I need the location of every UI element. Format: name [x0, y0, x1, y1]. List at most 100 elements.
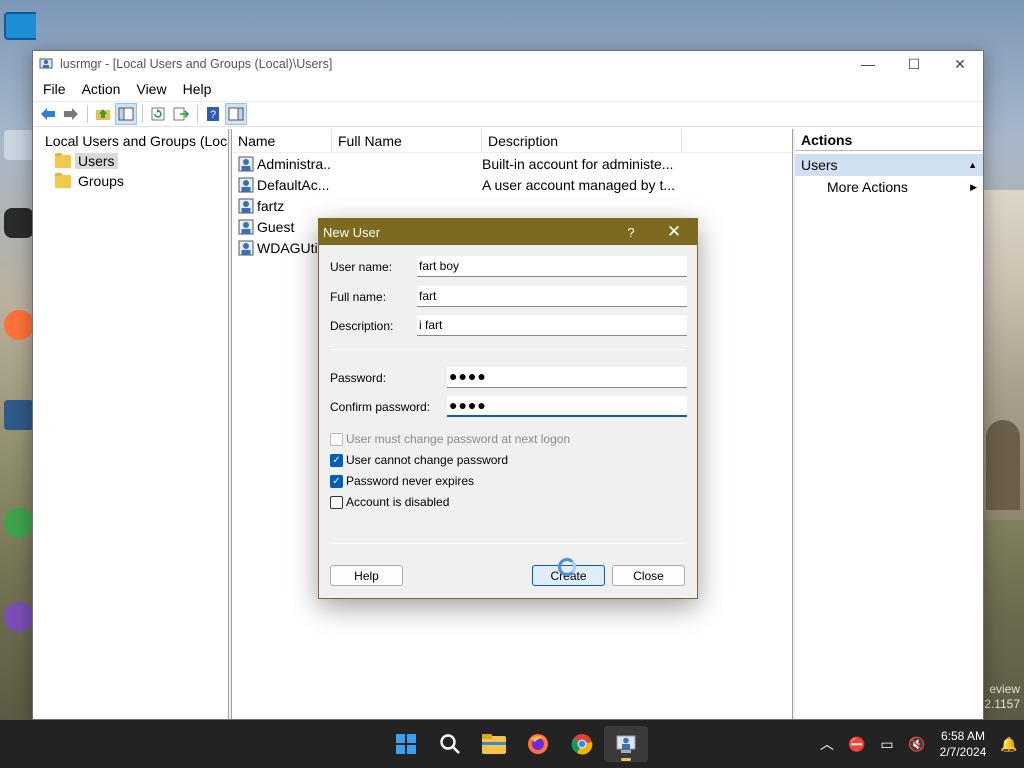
chrome-button[interactable]	[560, 726, 604, 762]
lusrmgr-icon	[616, 735, 636, 753]
list-header: Name Full Name Description	[232, 129, 792, 153]
forward-arrow-icon	[64, 108, 78, 120]
start-icon	[396, 734, 416, 754]
dialog-divider-bottom	[330, 543, 686, 544]
maximize-button[interactable]: ☐	[891, 51, 937, 77]
file-explorer-button[interactable]	[472, 726, 516, 762]
start-button[interactable]	[384, 726, 428, 762]
checkbox-box[interactable]	[330, 432, 343, 446]
refresh-button[interactable]	[147, 103, 169, 125]
toolbar-separator	[197, 105, 198, 123]
checkbox-must-change-password-label: User must change password at next logon	[346, 432, 571, 446]
show-hidden-icons-chevron-icon[interactable]: ︿	[812, 734, 842, 754]
menu-help[interactable]: Help	[175, 81, 220, 97]
menu-view[interactable]: View	[128, 81, 174, 97]
minimize-button[interactable]: —	[845, 51, 891, 77]
dialog-title-bar[interactable]: New User ? ✕	[319, 219, 697, 245]
system-tray: ︿ ⛔ ▭ 🔇 6:58 AM 2/7/2024 🔔	[812, 720, 1024, 768]
tree-root-label: Local Users and Groups (Local)	[45, 133, 228, 149]
console-tree: Local Users and Groups (Local) Users Gro…	[33, 129, 229, 719]
title-bar[interactable]: lusrmgr - [Local Users and Groups (Local…	[33, 51, 983, 77]
column-header-full-name[interactable]: Full Name	[332, 129, 482, 152]
clock-date: 2/7/2024	[939, 745, 987, 759]
menu-file[interactable]: File	[35, 81, 74, 97]
menu-action[interactable]: Action	[74, 81, 129, 97]
column-header-name[interactable]: Name	[232, 129, 332, 152]
checkbox-box[interactable]	[330, 495, 343, 509]
tree-item-groups[interactable]: Groups	[33, 171, 228, 191]
description-field[interactable]: i fart	[417, 315, 687, 336]
actions-section-users[interactable]: Users ▲	[795, 154, 983, 176]
user-name-cell: fartz	[232, 198, 332, 214]
description-label: Description:	[330, 319, 394, 333]
watermark-line-1: eview	[989, 682, 1020, 696]
checkbox-account-disabled-label: Account is disabled	[346, 495, 450, 509]
checkbox-cannot-change-password-label: User cannot change password	[346, 453, 509, 467]
checkbox-password-never-expires[interactable]: ✓ Password never expires	[330, 473, 474, 489]
refresh-icon	[151, 107, 165, 121]
search-icon	[440, 734, 460, 754]
table-row[interactable]: Administra... Built-in account for admini…	[232, 153, 792, 174]
table-row[interactable]: fartz	[232, 195, 792, 216]
user-name-text: DefaultAc...	[257, 176, 330, 193]
checkbox-cannot-change-password[interactable]: ✓ User cannot change password	[330, 452, 508, 468]
window-title: lusrmgr - [Local Users and Groups (Local…	[60, 57, 333, 71]
show-hide-action-pane-button[interactable]	[225, 103, 247, 125]
export-list-icon	[173, 107, 189, 121]
export-list-button[interactable]	[170, 103, 192, 125]
user-name-text: WDAGUtil	[257, 239, 321, 256]
network-disconnected-icon[interactable]: ⛔	[842, 736, 872, 753]
checkbox-password-never-expires-label: Password never expires	[346, 474, 475, 488]
display-icon[interactable]: ▭	[872, 736, 902, 753]
collapse-triangle-icon[interactable]: ▲	[968, 160, 977, 170]
taskbar-apps	[384, 726, 648, 762]
firefox-shortcut-icon	[4, 310, 34, 340]
user-icon	[238, 240, 254, 255]
checkbox-must-change-password[interactable]: User must change password at next logon	[330, 431, 570, 447]
desktop-icon-this-pc[interactable]	[4, 12, 36, 44]
confirm-password-field[interactable]: ●●●●	[447, 396, 687, 417]
toolbar: ?	[33, 101, 983, 127]
intel-icon	[4, 508, 34, 538]
tree-root-local-users-and-groups[interactable]: Local Users and Groups (Local)	[33, 131, 228, 151]
checkmark-icon[interactable]: ✓	[330, 474, 343, 488]
user-name-text: fartz	[257, 197, 285, 214]
dialog-help-button[interactable]: ?	[611, 225, 651, 240]
firefox-button[interactable]	[516, 726, 560, 762]
password-field[interactable]: ●●●●	[447, 367, 687, 388]
dialog-close-button[interactable]: ✕	[651, 222, 697, 242]
help-toolbar-button[interactable]: ?	[202, 103, 224, 125]
up-one-level-button[interactable]	[92, 103, 114, 125]
user-icon	[238, 156, 254, 171]
forward-button[interactable]	[60, 103, 82, 125]
tree-item-groups-label: Groups	[78, 173, 124, 189]
close-window-button[interactable]: ✕	[937, 51, 983, 77]
close-button[interactable]: Close	[612, 565, 685, 586]
user-name-cell: DefaultAc...	[232, 177, 332, 193]
chrome-icon	[571, 734, 593, 755]
column-header-description[interactable]: Description	[482, 129, 682, 152]
show-hide-console-tree-button[interactable]	[115, 103, 137, 125]
more-actions-label: More Actions	[827, 179, 908, 195]
search-button[interactable]	[428, 726, 472, 762]
notification-bell-icon[interactable]: 🔔	[994, 736, 1024, 753]
virtualbox-icon	[4, 400, 34, 430]
clock[interactable]: 6:58 AM 2/7/2024	[932, 728, 994, 760]
watermark-line-2: 2.1157	[984, 697, 1020, 711]
lusrmgr-taskbar-button[interactable]	[604, 726, 648, 762]
recycle-bin-icon	[4, 130, 34, 160]
fullname-field[interactable]: fart	[417, 286, 687, 307]
more-actions-item[interactable]: More Actions ▶	[795, 176, 983, 198]
action-pane-icon	[228, 107, 244, 121]
tree-item-users[interactable]: Users	[33, 151, 228, 171]
fullname-label: Full name:	[330, 290, 387, 304]
clock-time: 6:58 AM	[940, 729, 986, 743]
help-button[interactable]: Help	[330, 565, 403, 586]
back-button[interactable]	[37, 103, 59, 125]
table-row[interactable]: DefaultAc... A user account managed by t.…	[232, 174, 792, 195]
username-field[interactable]: fart boy	[417, 256, 687, 277]
checkmark-icon[interactable]: ✓	[330, 453, 343, 467]
checkbox-account-disabled[interactable]: Account is disabled	[330, 494, 449, 510]
folder-icon	[55, 152, 71, 168]
volume-muted-icon[interactable]: 🔇	[902, 736, 932, 753]
